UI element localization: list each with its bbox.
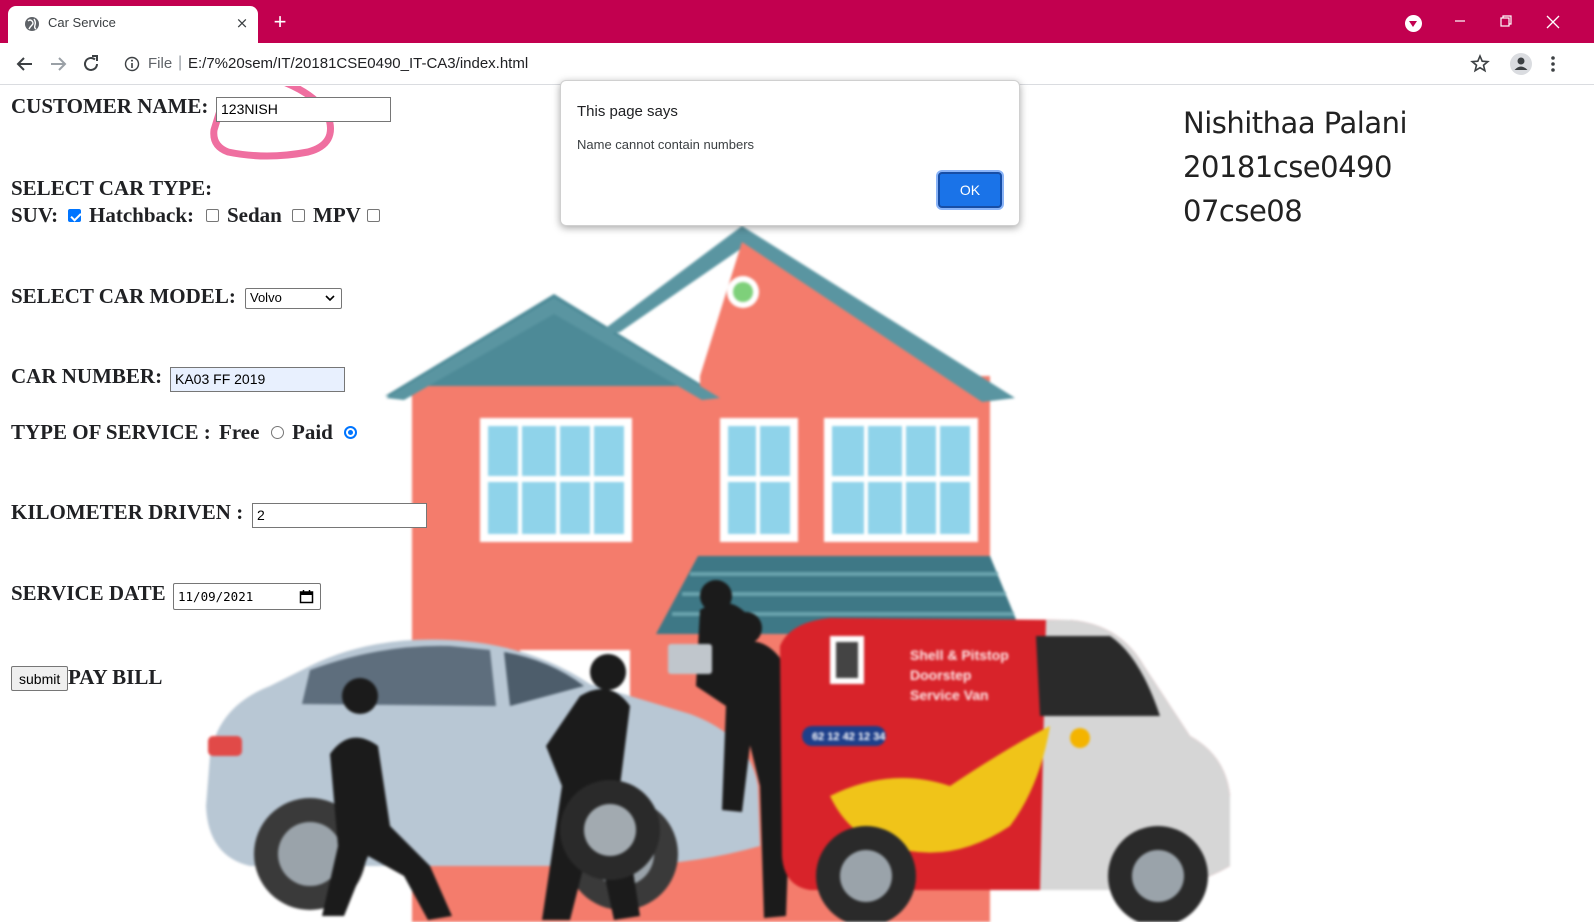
- alert-message: Name cannot contain numbers: [577, 137, 755, 152]
- sedan-checkbox[interactable]: [292, 209, 305, 222]
- free-radio[interactable]: [271, 426, 284, 439]
- star-icon[interactable]: [1468, 52, 1492, 76]
- restore-icon[interactable]: [1494, 10, 1518, 34]
- kebab-menu-icon[interactable]: [1541, 52, 1565, 76]
- service-date-label: SERVICE DATE: [11, 581, 166, 605]
- car-model-label: SELECT CAR MODEL:: [11, 284, 236, 308]
- mpv-checkbox[interactable]: [367, 209, 380, 222]
- van-text-line2: Doorstep: [910, 667, 971, 683]
- car-number-label: CAR NUMBER:: [11, 364, 163, 388]
- kilometer-input[interactable]: 2: [252, 503, 427, 528]
- car-type-heading: SELECT CAR TYPE:: [11, 176, 213, 200]
- kilometer-label: KILOMETER DRIVEN :: [11, 500, 244, 524]
- chevron-down-icon: [325, 295, 335, 302]
- reload-icon[interactable]: [79, 52, 103, 76]
- car-type-suv-label: SUV:: [11, 203, 59, 227]
- hatchback-checkbox[interactable]: [206, 209, 219, 222]
- window-close-icon[interactable]: [1541, 10, 1565, 34]
- service-date-input[interactable]: 11/09/2021: [173, 583, 321, 610]
- browser-tab[interactable]: Car Service ×: [8, 6, 258, 43]
- customer-name-label: CUSTOMER NAME:: [11, 94, 209, 118]
- back-arrow-icon[interactable]: [13, 52, 37, 76]
- profile-avatar-icon[interactable]: [1509, 52, 1533, 76]
- service-free-label: Free: [219, 420, 260, 444]
- pay-bill-label: PAY BILL: [68, 665, 163, 689]
- car-model-select[interactable]: Volvo: [245, 288, 342, 309]
- new-tab-button[interactable]: +: [268, 11, 292, 35]
- browser-toolbar: File | E:/7%20sem/IT/20181CSE0490_IT-CA3…: [0, 43, 1594, 85]
- minimize-icon[interactable]: [1448, 10, 1472, 34]
- calendar-icon[interactable]: [299, 589, 314, 604]
- suv-checkbox[interactable]: [68, 209, 81, 222]
- tab-strip: Car Service × +: [0, 0, 1594, 43]
- service-date-value: 11/09/2021: [178, 589, 254, 604]
- tab-title: Car Service: [48, 15, 116, 30]
- globe-icon: [25, 17, 39, 31]
- url-separator: |: [178, 54, 183, 71]
- alert-title: This page says: [577, 103, 678, 120]
- submit-button[interactable]: submit: [11, 666, 69, 691]
- forward-arrow-icon[interactable]: [46, 52, 70, 76]
- ok-button[interactable]: OK: [938, 172, 1002, 208]
- car-type-hatchback-label: Hatchback:: [89, 203, 194, 227]
- close-icon[interactable]: ×: [232, 13, 252, 33]
- car-number-input[interactable]: KA03 FF 2019: [170, 367, 345, 392]
- car-type-mpv-label: MPV: [313, 203, 361, 227]
- info-icon[interactable]: [124, 56, 140, 72]
- student-roll: 20181cse0490: [1183, 150, 1392, 184]
- van-phone-text: 62 12 42 12 34: [812, 731, 886, 743]
- paid-radio[interactable]: [344, 426, 357, 439]
- van-text-line1: Shell & Pitstop: [910, 647, 1009, 663]
- student-name: Nishithaa Palani: [1183, 106, 1408, 140]
- student-section: 07cse08: [1183, 194, 1303, 228]
- customer-name-input[interactable]: 123NISH: [216, 97, 391, 122]
- car-model-selected: Volvo: [250, 290, 282, 305]
- url-text[interactable]: E:/7%20sem/IT/20181CSE0490_IT-CA3/index.…: [188, 55, 528, 72]
- van-text-line3: Service Van: [910, 687, 989, 703]
- scheme-label: File: [148, 55, 173, 72]
- car-type-sedan-label: Sedan: [227, 203, 282, 227]
- service-type-label: TYPE OF SERVICE :: [11, 420, 211, 444]
- tab-search-icon[interactable]: [1405, 15, 1422, 32]
- service-paid-label: Paid: [292, 420, 333, 444]
- alert-dialog: This page says Name cannot contain numbe…: [560, 80, 1020, 226]
- car-service-illustration: 62 12 42 12 34 Shell & Pitstop Doorstep …: [206, 226, 1230, 922]
- address-bar[interactable]: File | E:/7%20sem/IT/20181CSE0490_IT-CA3…: [112, 48, 1500, 80]
